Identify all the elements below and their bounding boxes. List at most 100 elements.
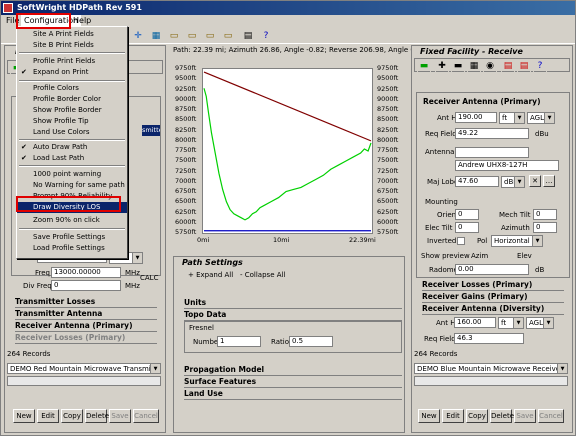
req-field-input[interactable]: 49.22 bbox=[455, 128, 529, 139]
section-receiver-antenna[interactable]: Receiver Antenna (Primary) bbox=[15, 321, 157, 332]
maj-lobe-unit-select[interactable]: dBi ▼ bbox=[501, 176, 525, 188]
section-land-use[interactable]: Land Use bbox=[184, 389, 402, 400]
right-new-button[interactable]: New bbox=[418, 409, 440, 423]
section-rx-gains[interactable]: Receiver Gains (Primary) bbox=[422, 292, 564, 303]
div-req-field-input[interactable]: 46.3 bbox=[454, 333, 524, 344]
menu-item-site-a-print-fields[interactable]: Site A Print Fields bbox=[17, 29, 127, 40]
div-ant-hgt-field[interactable]: 160.00 bbox=[454, 317, 496, 328]
freq-field[interactable]: 13000.00000 bbox=[51, 267, 121, 278]
ant-unit-select[interactable]: ft ▼ bbox=[499, 112, 525, 124]
y-tick-label: 9500ft bbox=[175, 74, 197, 83]
add-icon[interactable]: ✚ bbox=[435, 59, 449, 73]
print-red-icon[interactable]: ▤ bbox=[501, 59, 515, 73]
divfreq-field[interactable]: 0 bbox=[51, 280, 121, 291]
print-icon[interactable]: ▤ bbox=[241, 29, 255, 43]
menu-item-profile-colors[interactable]: Profile Colors bbox=[17, 83, 127, 94]
menu-item-land-use-colors[interactable]: Land Use Colors bbox=[17, 127, 127, 138]
left-save-button[interactable]: Save bbox=[109, 409, 131, 423]
antenna-model-field[interactable]: Andrew UHX8-127H bbox=[455, 160, 559, 171]
ant-ref-select[interactable]: AGL ▼ bbox=[527, 112, 555, 124]
left-edit-button[interactable]: Edit bbox=[37, 409, 59, 423]
folder-open-icon[interactable]: ▭ bbox=[185, 29, 199, 43]
right-cancel-button[interactable]: Cancel bbox=[538, 409, 564, 423]
section-receiver-losses[interactable]: Receiver Losses (Primary) bbox=[15, 333, 157, 344]
section-units[interactable]: Units bbox=[184, 298, 402, 309]
select-icon[interactable]: ▬ bbox=[417, 59, 431, 73]
print-red2-icon[interactable]: ▤ bbox=[517, 59, 531, 73]
section-rx-losses[interactable]: Receiver Losses (Primary) bbox=[422, 280, 564, 291]
left-cancel-button[interactable]: Cancel bbox=[133, 409, 159, 423]
right-save-button[interactable]: Save bbox=[514, 409, 536, 423]
calc-label[interactable]: CALC bbox=[140, 273, 158, 283]
help-icon[interactable]: ? bbox=[259, 29, 273, 43]
left-delete-button[interactable]: Delete bbox=[85, 409, 109, 423]
left-site-select[interactable]: DEMO Red Mountain Microwave Transmitter ▼ bbox=[7, 363, 161, 374]
right-scrollbar[interactable] bbox=[414, 376, 568, 386]
antenna-code-field[interactable] bbox=[455, 147, 529, 158]
menu-item-no-warning-same-path[interactable]: No Warning for same path bbox=[17, 180, 127, 191]
maj-lobe-label: Maj Lobe bbox=[427, 178, 459, 186]
section-transmitter-losses[interactable]: Transmitter Losses bbox=[15, 297, 157, 308]
crosshair-icon[interactable]: ✛ bbox=[131, 29, 145, 43]
menu-item-show-profile-border[interactable]: Show Profile Border bbox=[17, 105, 127, 116]
expand-all-link[interactable]: + Expand All bbox=[188, 270, 233, 280]
fresnel-ratio-field[interactable]: 0.5 bbox=[289, 336, 333, 347]
elec-tilt-field[interactable]: 0 bbox=[455, 222, 479, 233]
left-copy-button[interactable]: Copy bbox=[61, 409, 83, 423]
section-rx-antenna[interactable]: Receiver Antenna (Primary) bbox=[423, 97, 553, 107]
menu-item-expand-on-print[interactable]: ✔ Expand on Print bbox=[17, 67, 127, 78]
menu-separator bbox=[19, 228, 125, 230]
radome-field[interactable]: 0.00 bbox=[455, 264, 529, 275]
orient-field[interactable]: 0 bbox=[455, 209, 479, 220]
menu-item-load-profile-settings[interactable]: Load Profile Settings bbox=[17, 243, 127, 254]
div-ant-ref-select[interactable]: AGL ▼ bbox=[526, 317, 554, 329]
left-scrollbar[interactable] bbox=[7, 376, 161, 386]
binoculars-icon[interactable]: ◉ bbox=[483, 59, 497, 73]
folder-print-icon[interactable]: ▭ bbox=[221, 29, 235, 43]
right-copy-button[interactable]: Copy bbox=[466, 409, 488, 423]
div-ant-unit-select[interactable]: ft ▼ bbox=[498, 317, 524, 329]
section-propagation-model[interactable]: Propagation Model bbox=[184, 365, 402, 376]
menu-item-save-profile-settings[interactable]: Save Profile Settings bbox=[17, 232, 127, 243]
mech-tilt-field[interactable]: 0 bbox=[533, 209, 557, 220]
section-rx-antenna-diversity[interactable]: Receiver Antenna (Diversity) bbox=[422, 304, 564, 315]
menu-item-show-profile-tip[interactable]: Show Profile Tip bbox=[17, 116, 127, 127]
maj-lobe-field[interactable]: 47.60 bbox=[455, 176, 499, 187]
inverted-checkbox[interactable] bbox=[457, 237, 465, 245]
menu-item-load-last-path[interactable]: ✔ Load Last Path bbox=[17, 153, 127, 164]
fresnel-number-field[interactable]: 1 bbox=[217, 336, 261, 347]
folder-save-icon[interactable]: ▭ bbox=[203, 29, 217, 43]
menu-item-site-b-print-fields[interactable]: Site B Print Fields bbox=[17, 40, 127, 51]
menu-item-profile-border-color[interactable]: Profile Border Color bbox=[17, 94, 127, 105]
ant-hgt-field[interactable]: 190.00 bbox=[455, 112, 497, 123]
right-delete-button[interactable]: Delete bbox=[490, 409, 514, 423]
highlight-draw-diversity-los bbox=[16, 196, 121, 212]
remove-icon[interactable]: ▬ bbox=[451, 59, 465, 73]
section-surface-features[interactable]: Surface Features bbox=[184, 377, 402, 388]
transmitter-tag[interactable]: smitte bbox=[142, 125, 160, 136]
collapse-all-link[interactable]: - Collapse All bbox=[240, 270, 285, 280]
left-new-button[interactable]: New bbox=[13, 409, 35, 423]
menu-item-auto-draw-path[interactable]: ✔ Auto Draw Path bbox=[17, 142, 127, 153]
clear-antenna-button[interactable]: ✕ bbox=[529, 175, 541, 187]
menu-item-profile-print-fields[interactable]: Profile Print Fields bbox=[17, 56, 127, 67]
y-tick-label: 9750ft bbox=[377, 64, 399, 72]
menu-item-1000-point-warning[interactable]: 1000 point warning bbox=[17, 169, 127, 180]
right-edit-button[interactable]: Edit bbox=[442, 409, 464, 423]
section-topo-data[interactable]: Topo Data bbox=[184, 310, 402, 321]
right-panel: Fixed Facility - Receive ▬ ✚ ▬ ▦ ◉ ▤ ▤ ?… bbox=[411, 45, 573, 433]
grid-icon[interactable]: ▦ bbox=[467, 59, 481, 73]
azimuth-field[interactable]: 0 bbox=[533, 222, 557, 233]
path-info: Path: 22.39 mi; Azimuth 26.86, Angle -0.… bbox=[173, 46, 427, 54]
section-transmitter-antenna[interactable]: Transmitter Antenna bbox=[15, 309, 157, 320]
check-icon: ✔ bbox=[21, 143, 27, 151]
grid-icon[interactable]: ▦ bbox=[149, 29, 163, 43]
menu-item-zoom-90[interactable]: Zoom 90% on click bbox=[17, 215, 127, 226]
pol-select[interactable]: Horizontal ▼ bbox=[491, 235, 543, 247]
browse-antenna-button[interactable]: … bbox=[543, 175, 555, 187]
divfreq-unit: MHz bbox=[125, 282, 140, 290]
radome-label: Radome bbox=[429, 266, 458, 274]
help-icon[interactable]: ? bbox=[533, 59, 547, 73]
folder-icon[interactable]: ▭ bbox=[167, 29, 181, 43]
right-site-select[interactable]: DEMO Blue Mountain Microwave Receiver ▼ bbox=[414, 363, 568, 374]
